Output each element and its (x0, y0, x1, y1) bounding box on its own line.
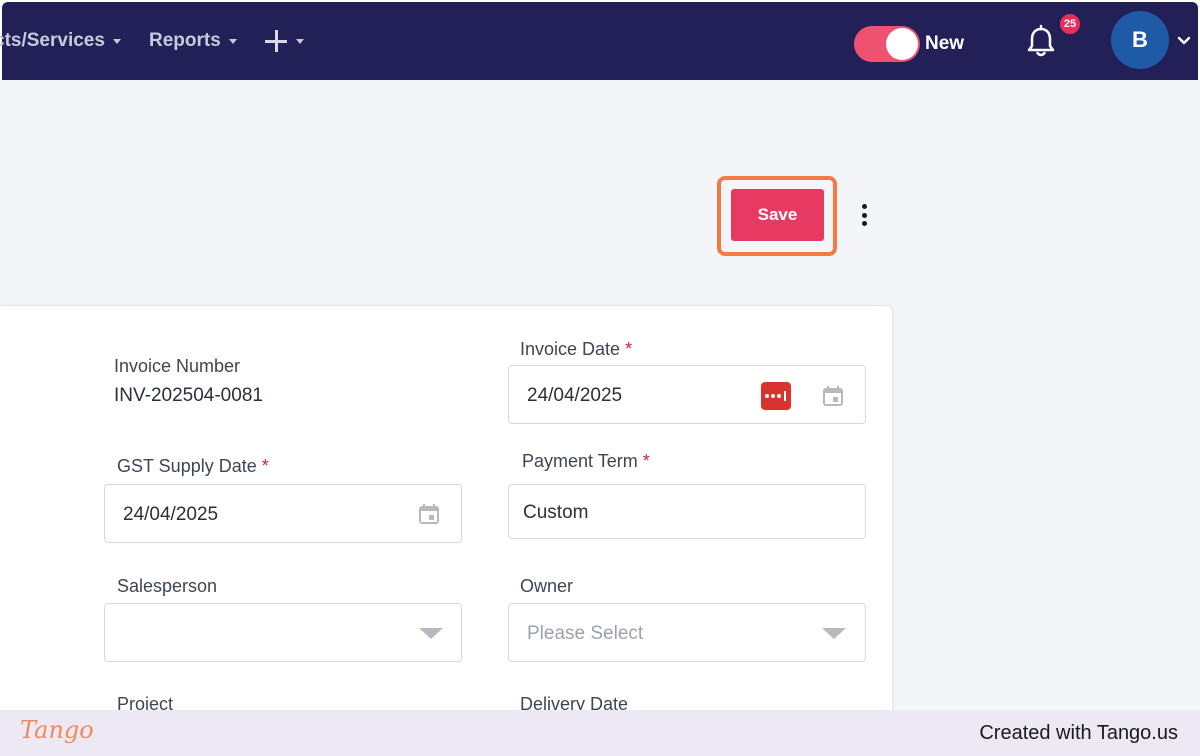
dropdown-arrow-icon (822, 628, 846, 639)
new-ui-toggle[interactable] (854, 26, 920, 62)
invoice-form-card: Invoice Number INV-202504-0081 Invoice D… (0, 305, 893, 735)
nav-products-services[interactable]: cts/Services (0, 2, 121, 80)
gst-supply-date-label: GST Supply Date * (117, 456, 269, 477)
toggle-label: New (925, 33, 965, 54)
toggle-knob (886, 28, 918, 60)
password-manager-icon[interactable] (761, 382, 791, 410)
nav-products-services-label: cts/Services (0, 30, 105, 51)
owner-placeholder: Please Select (527, 623, 644, 644)
payment-term-field[interactable]: Custom (508, 484, 866, 539)
dot (861, 221, 867, 226)
chevron-down-icon (112, 38, 121, 44)
calendar-icon[interactable] (822, 385, 844, 407)
bell-icon[interactable] (1024, 24, 1058, 60)
invoice-number-label: Invoice Number (114, 356, 241, 376)
payment-term-value: Custom (523, 502, 589, 523)
required-marker: * (642, 451, 650, 471)
chevron-down-icon (296, 38, 304, 44)
salesperson-select[interactable] (104, 603, 462, 662)
salesperson-label: Salesperson (117, 576, 218, 596)
avatar[interactable]: B (1111, 11, 1169, 69)
notification-badge: 25 (1058, 12, 1082, 36)
chevron-down-icon (228, 38, 237, 44)
owner-select[interactable]: Please Select (508, 603, 866, 662)
payment-term-label: Payment Term * (522, 451, 650, 472)
gst-supply-date-label-text: GST Supply Date (117, 456, 257, 476)
dot (861, 212, 867, 218)
invoice-number-value: INV-202504-0081 (114, 385, 263, 406)
avatar-initial: B (1132, 27, 1148, 52)
calendar-icon[interactable] (418, 503, 440, 525)
navbar: cts/Services Reports (0, 2, 1198, 80)
payment-term-label-text: Payment Term (522, 451, 638, 471)
required-marker: * (261, 456, 269, 476)
invoice-date-field[interactable]: 24/04/2025 (508, 365, 866, 424)
dot (861, 204, 867, 209)
save-button[interactable]: Save (731, 189, 824, 241)
nav-reports-label: Reports (149, 30, 221, 51)
invoice-date-value: 24/04/2025 (527, 385, 623, 406)
tango-footer: Tango Created with Tango.us (0, 710, 1200, 756)
plus-icon (264, 29, 288, 53)
nav-reports[interactable]: Reports (149, 2, 237, 80)
invoice-date-label: Invoice Date * (520, 339, 632, 360)
footer-credit: Created with Tango.us (979, 722, 1178, 744)
required-marker: * (625, 339, 633, 359)
top-bar: cts/Services Reports New 25 B (0, 0, 1200, 80)
add-menu[interactable] (264, 2, 304, 80)
dropdown-arrow-icon (419, 628, 443, 639)
gst-supply-date-field[interactable]: 24/04/2025 (104, 484, 462, 543)
tango-logo: Tango (20, 716, 94, 744)
gst-supply-date-value: 24/04/2025 (123, 504, 219, 525)
owner-label: Owner (520, 576, 574, 596)
invoice-date-label-text: Invoice Date (520, 339, 621, 359)
chevron-down-icon[interactable] (1177, 34, 1191, 48)
more-vertical-icon[interactable] (852, 200, 876, 230)
